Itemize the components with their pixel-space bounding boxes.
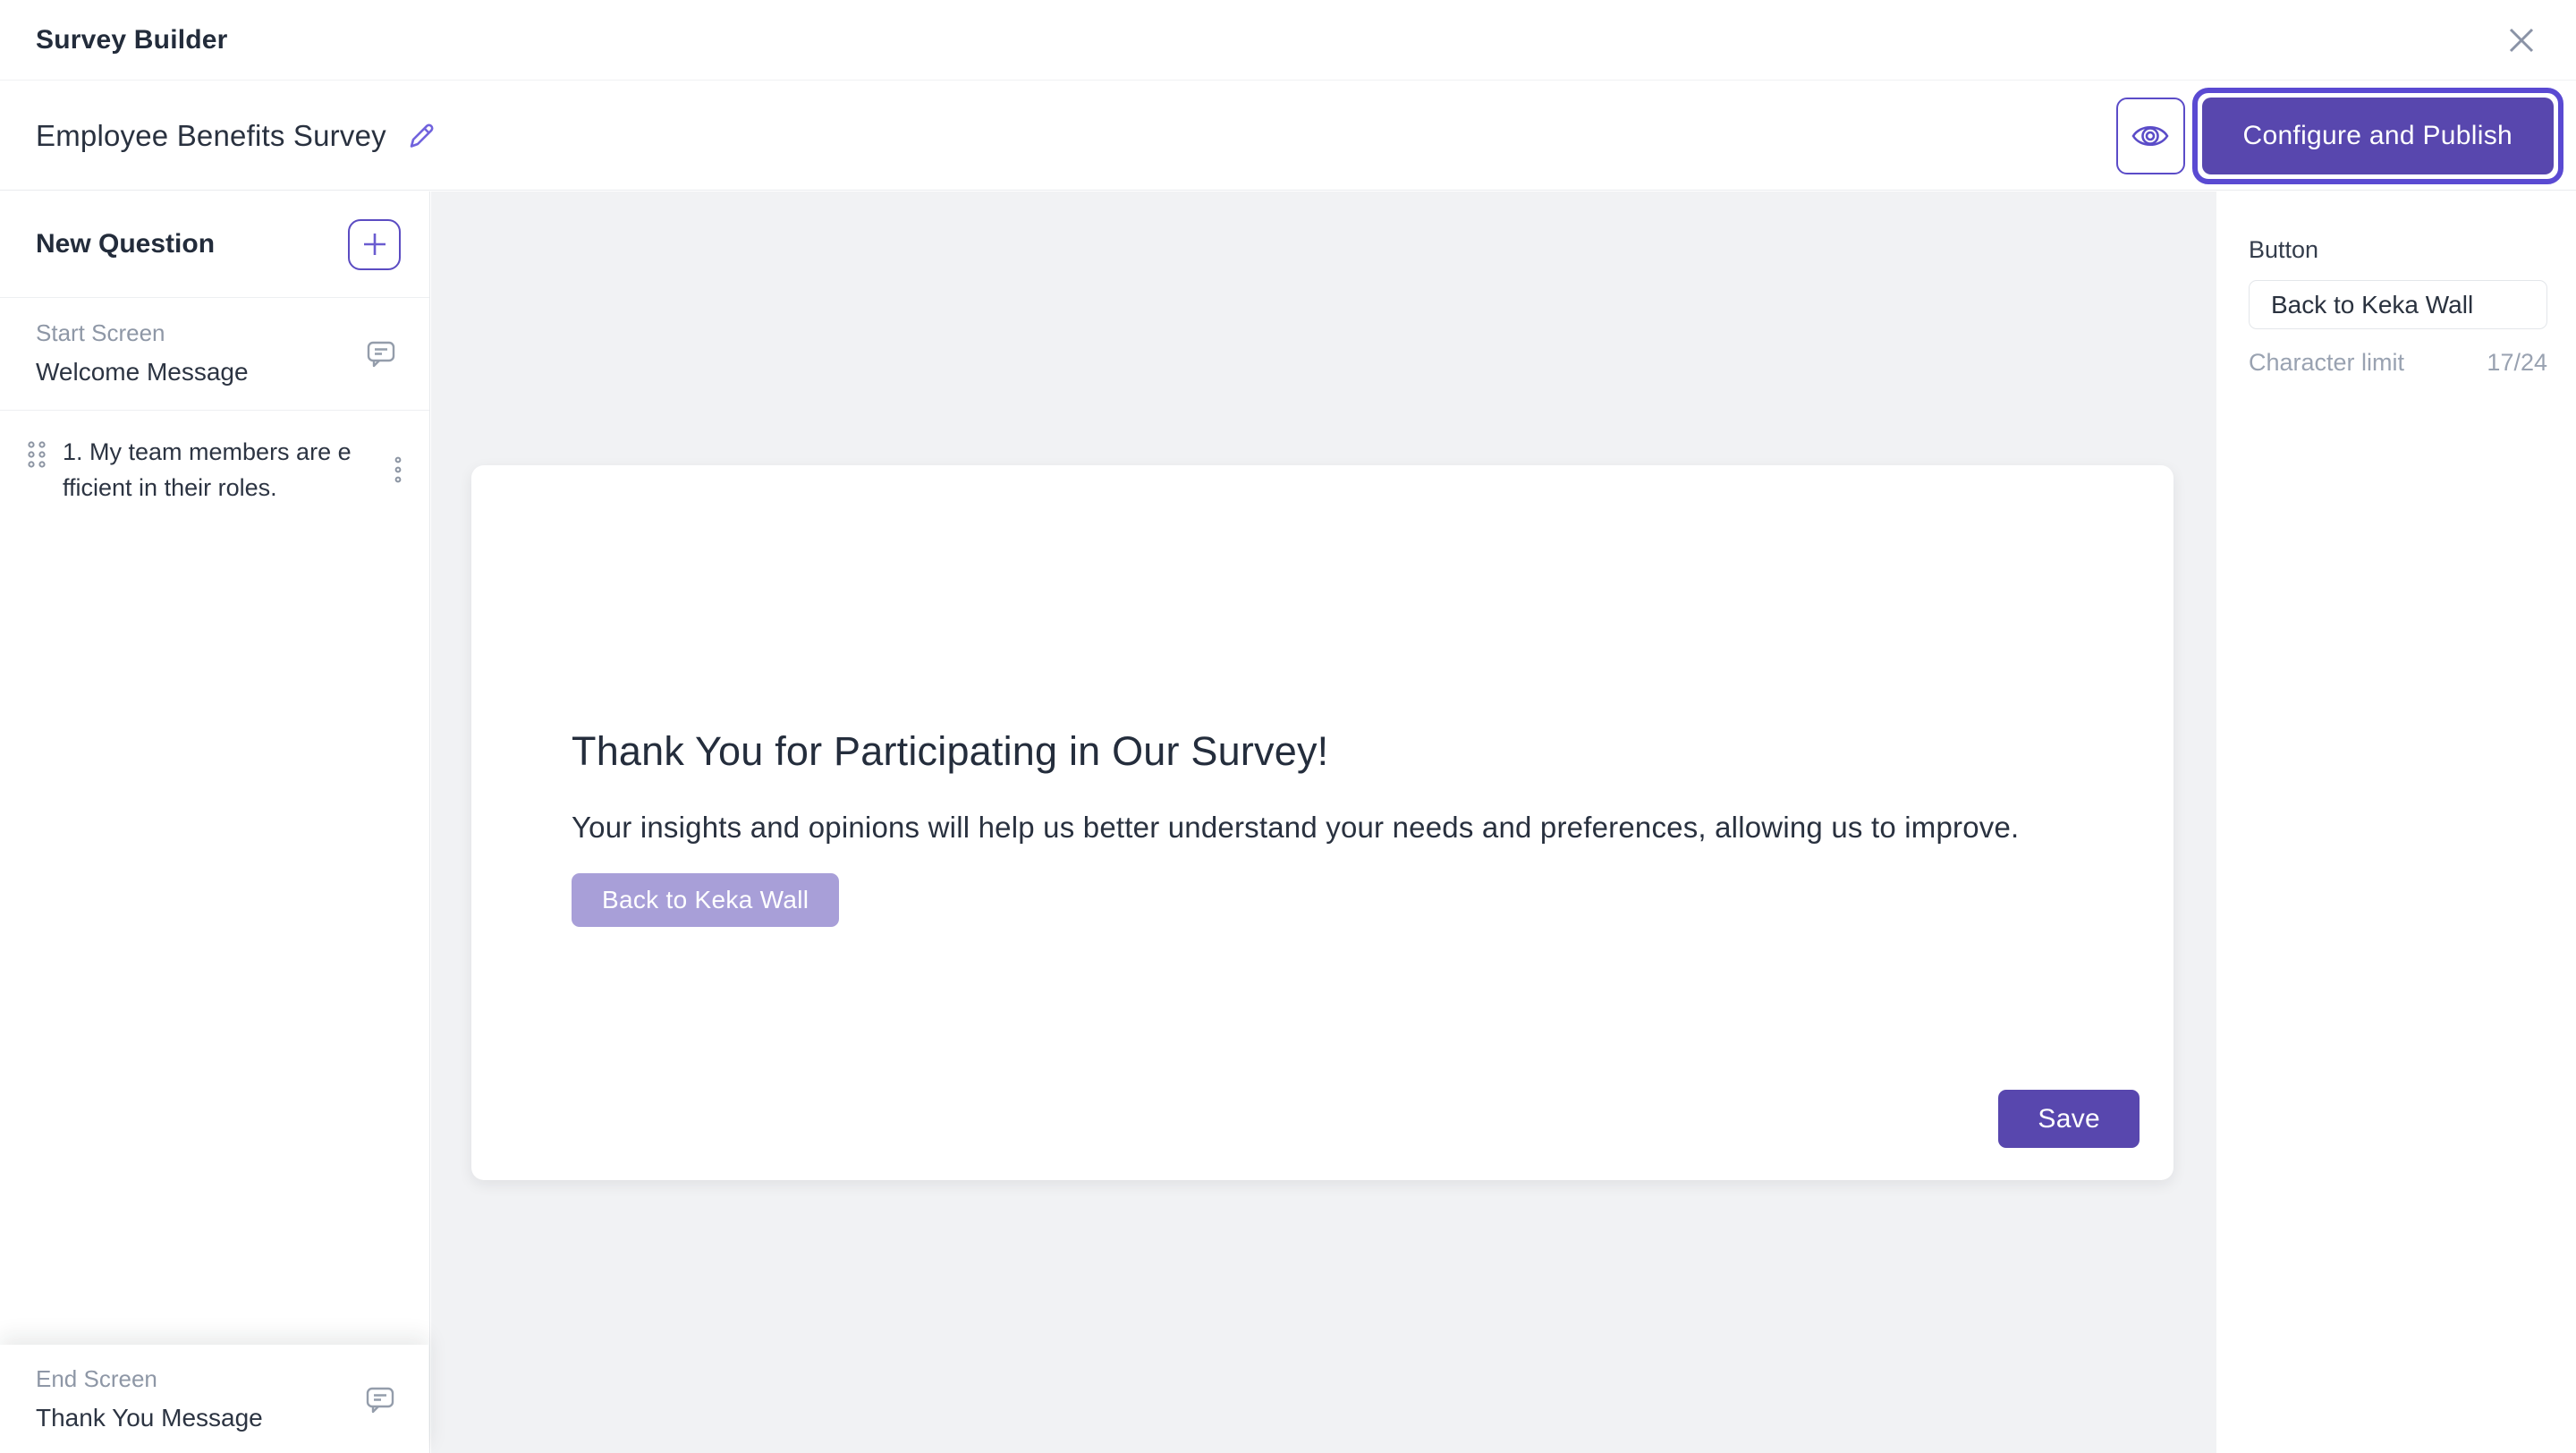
- back-to-keka-wall-button[interactable]: Back to Keka Wall: [572, 873, 839, 927]
- properties-panel: Button Character limit 17/24: [2216, 191, 2576, 1453]
- end-screen-label: Thank You Message: [36, 1404, 263, 1432]
- pencil-icon: [404, 119, 438, 153]
- message-icon: [363, 336, 399, 371]
- question-label-line2: fficient in their roles.: [63, 470, 381, 506]
- configure-and-publish-button[interactable]: Configure and Publish: [2202, 98, 2555, 174]
- header-actions: Configure and Publish: [2116, 88, 2564, 184]
- sidebar-item-question-1[interactable]: 1. My team members are e fficient in the…: [0, 411, 429, 531]
- start-screen-kicker: Start Screen: [36, 319, 249, 347]
- page-title: Survey Builder: [36, 25, 228, 55]
- thank-you-heading: Thank You for Participating in Our Surve…: [471, 465, 2174, 775]
- end-screen-preview-card: Thank You for Participating in Our Surve…: [471, 465, 2174, 1180]
- new-question-label: New Question: [36, 229, 215, 259]
- screens-sidebar: New Question Start Screen Welcome Messag…: [0, 191, 430, 1453]
- start-screen-text: Start Screen Welcome Message: [36, 319, 249, 387]
- preview-button[interactable]: [2116, 98, 2185, 174]
- button-field-label: Button: [2249, 236, 2547, 264]
- save-button[interactable]: Save: [1998, 1090, 2140, 1148]
- eye-icon: [2130, 120, 2171, 152]
- survey-header-bar: Employee Benefits Survey Configure and P…: [0, 81, 2576, 191]
- edit-title-button[interactable]: [404, 119, 438, 153]
- top-bar: Survey Builder: [0, 0, 2576, 81]
- new-question-header: New Question: [0, 191, 429, 298]
- canvas-area: Thank You for Participating in Our Surve…: [431, 191, 2216, 1453]
- thank-you-body: Your insights and opinions will help us …: [471, 775, 2174, 845]
- close-button[interactable]: [2504, 23, 2538, 57]
- survey-title: Employee Benefits Survey: [36, 119, 386, 153]
- survey-title-group: Employee Benefits Survey: [36, 119, 438, 153]
- survey-builder-window: Survey Builder Employee Benefits Survey: [0, 0, 2576, 1453]
- end-screen-kicker: End Screen: [36, 1365, 263, 1393]
- sidebar-item-end-screen[interactable]: End Screen Thank You Message: [0, 1345, 428, 1453]
- message-icon: [362, 1381, 398, 1417]
- character-limit-label: Character limit: [2249, 349, 2404, 377]
- focus-highlight-ring: Configure and Publish: [2192, 88, 2564, 184]
- question-label-line1: 1. My team members are e: [63, 434, 381, 470]
- start-screen-label: Welcome Message: [36, 358, 249, 387]
- end-screen-text: End Screen Thank You Message: [36, 1365, 263, 1432]
- kebab-menu-icon[interactable]: [392, 452, 404, 488]
- add-question-button[interactable]: [348, 219, 401, 270]
- sidebar-item-start-screen[interactable]: Start Screen Welcome Message: [0, 298, 429, 411]
- character-limit-value: 17/24: [2487, 349, 2547, 377]
- question-label: 1. My team members are e fficient in the…: [63, 434, 381, 506]
- close-icon: [2504, 23, 2538, 57]
- button-text-input[interactable]: [2249, 280, 2547, 329]
- drag-handle-icon[interactable]: [25, 438, 48, 473]
- plus-icon: [361, 231, 388, 258]
- character-limit-row: Character limit 17/24: [2249, 349, 2547, 377]
